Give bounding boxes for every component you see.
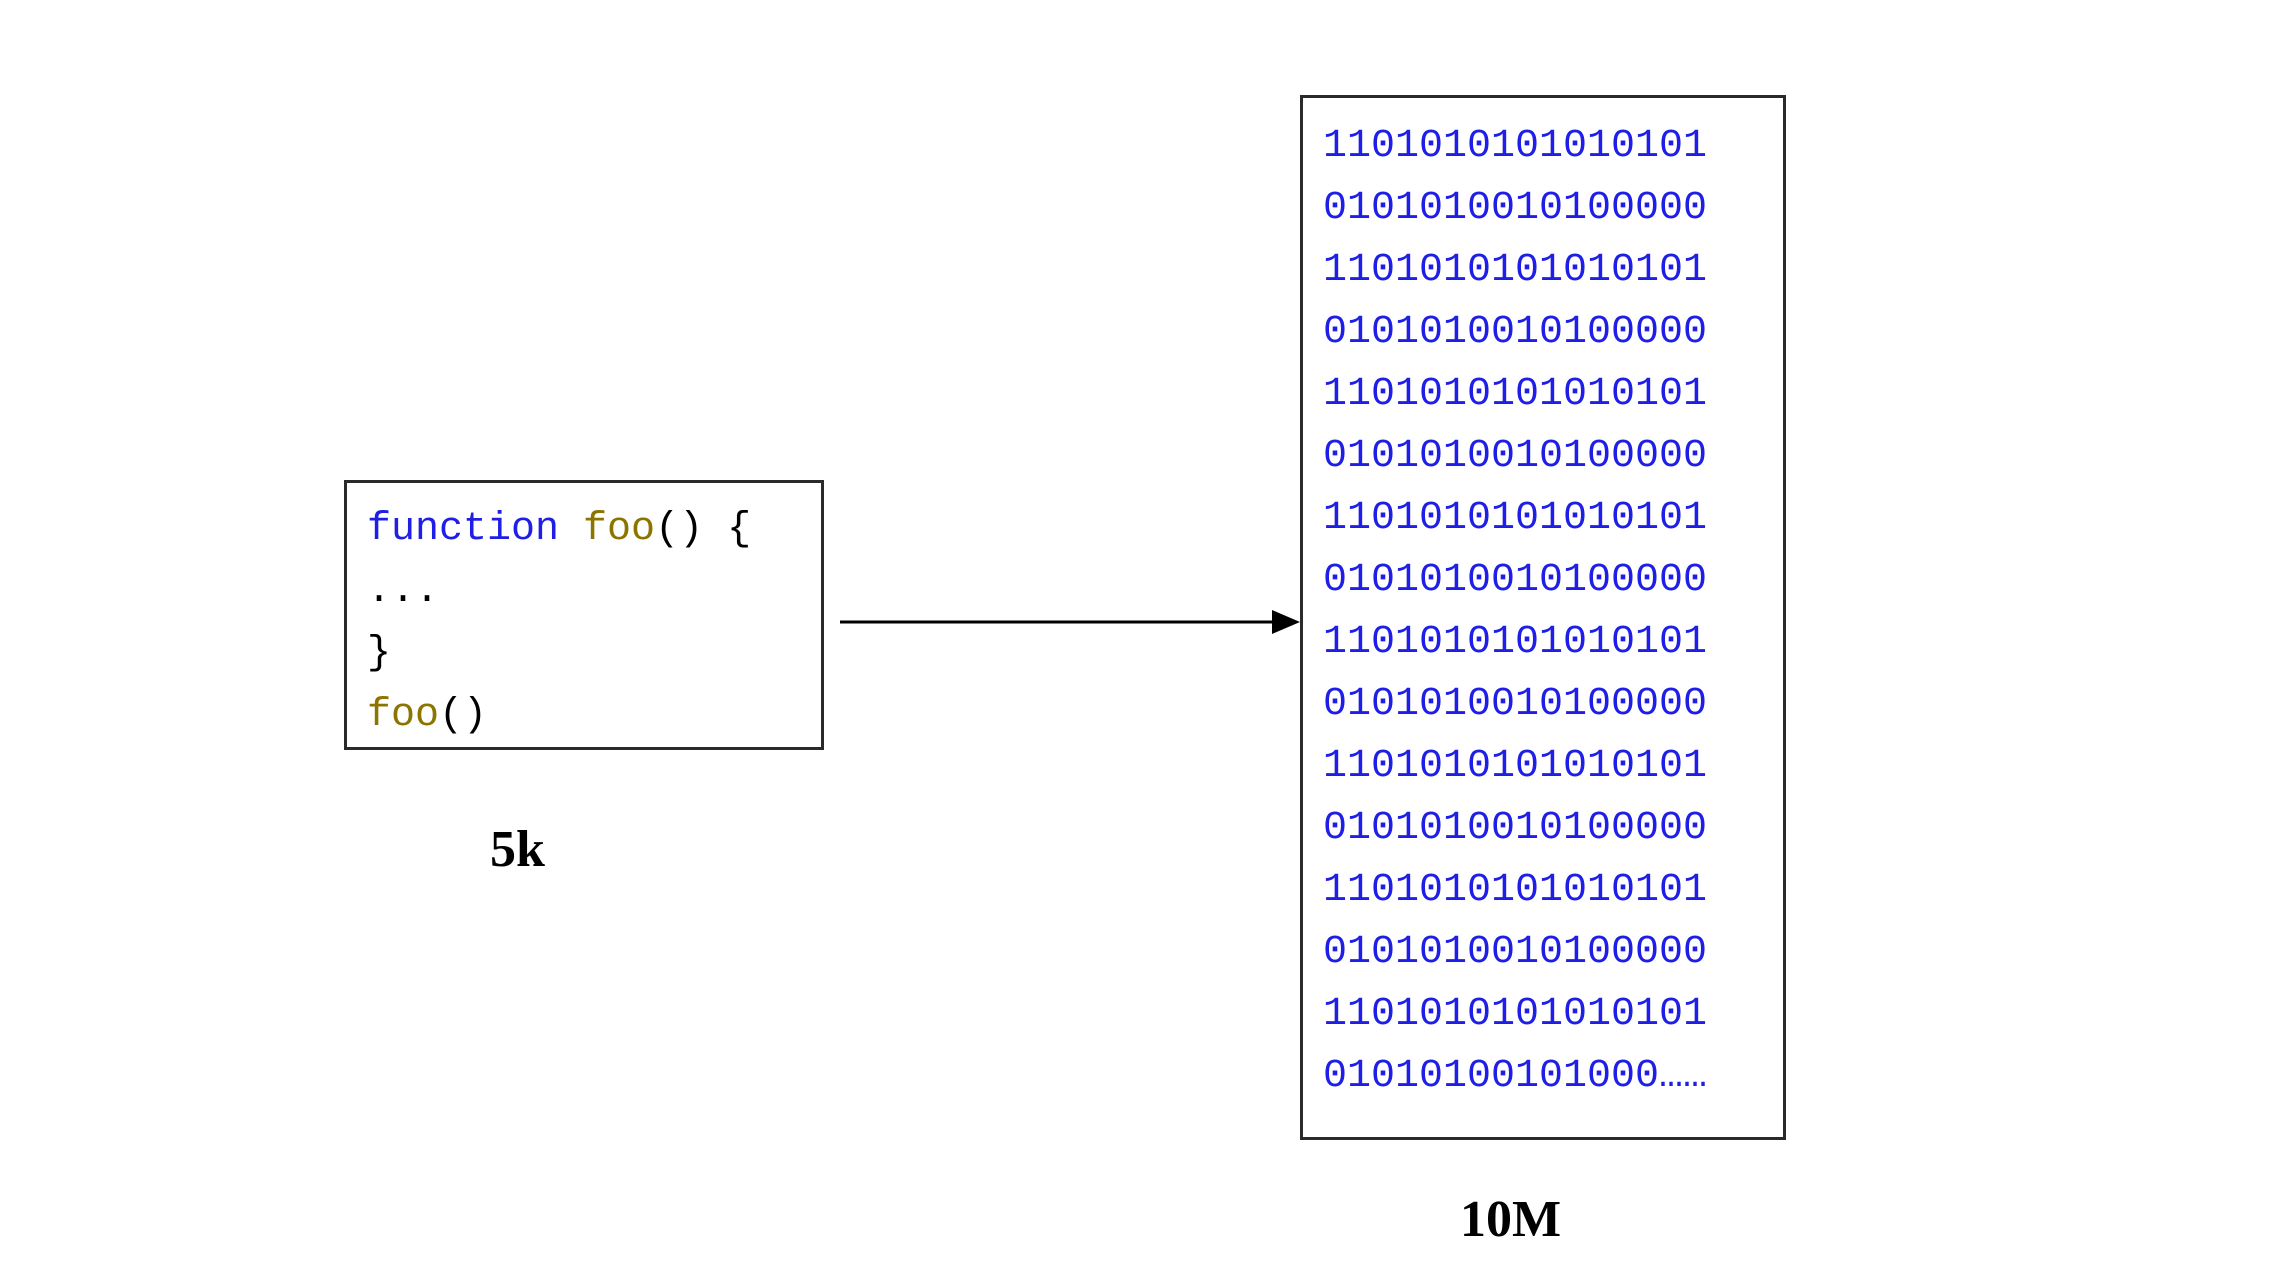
binary-line: 1101010101010101 xyxy=(1323,612,1763,674)
keyword-function: function xyxy=(367,507,559,552)
arrow-icon xyxy=(840,592,1300,652)
diagram-canvas: function foo() { ... } foo() 5k 11010101… xyxy=(0,0,2284,1285)
binary-line: 1101010101010101 xyxy=(1323,240,1763,302)
call-name: foo xyxy=(367,693,439,738)
binary-line: 0101010010100000 xyxy=(1323,922,1763,984)
binary-line: 1101010101010101 xyxy=(1323,364,1763,426)
binary-line: 1101010101010101 xyxy=(1323,860,1763,922)
binary-line: 0101010010100000 xyxy=(1323,178,1763,240)
source-code-box: function foo() { ... } foo() xyxy=(344,480,824,750)
function-name: foo xyxy=(583,507,655,552)
call-parens: () xyxy=(439,693,487,738)
source-line-1: function foo() { xyxy=(367,499,801,561)
binary-line: 1101010101010101 xyxy=(1323,116,1763,178)
binary-line: 0101010010100000 xyxy=(1323,426,1763,488)
binary-line: 0101010010100000 xyxy=(1323,302,1763,364)
binary-output-box: 1101010101010101 0101010010100000 110101… xyxy=(1300,95,1786,1140)
source-size-label: 5k xyxy=(490,820,545,879)
paren-open-brace: () { xyxy=(655,507,751,552)
binary-line: 01010100101000…… xyxy=(1323,1046,1763,1108)
binary-line: 0101010010100000 xyxy=(1323,798,1763,860)
source-line-2: ... xyxy=(367,561,801,623)
binary-line: 0101010010100000 xyxy=(1323,674,1763,736)
binary-line: 1101010101010101 xyxy=(1323,736,1763,798)
binary-line: 1101010101010101 xyxy=(1323,984,1763,1046)
target-size-label: 10M xyxy=(1460,1190,1561,1249)
binary-line: 1101010101010101 xyxy=(1323,488,1763,550)
binary-line: 0101010010100000 xyxy=(1323,550,1763,612)
source-line-3: } xyxy=(367,623,801,685)
source-line-4: foo() xyxy=(367,685,801,747)
